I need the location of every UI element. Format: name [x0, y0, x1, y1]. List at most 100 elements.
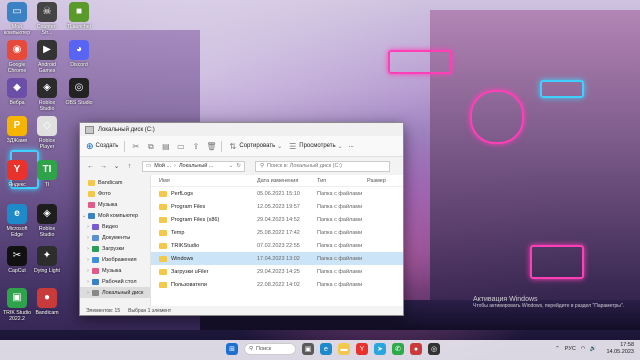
- file-row[interactable]: Загрузки uFiler 29.04.2023 14:25 Папка с ф…: [151, 265, 403, 278]
- desktop-icon[interactable]: ▶ Android Games: [32, 40, 62, 74]
- start-icon[interactable]: ⊞: [226, 343, 238, 355]
- chevron-icon[interactable]: ⌄: [80, 213, 88, 219]
- whatsapp-icon[interactable]: ✆: [392, 343, 404, 355]
- file-explorer-window[interactable]: Локальный диск (C:) ⊕ Создать ✂ ⧉ ▤ ▭ ⇪ 🗑…: [79, 122, 404, 316]
- search-input[interactable]: ⚲ Поиск в: Локальный диск (C:): [255, 160, 390, 172]
- create-button[interactable]: ⊕ Создать: [86, 141, 118, 152]
- desktop-icon[interactable]: ◉ Google Chrome: [2, 40, 32, 74]
- edge-icon[interactable]: e: [320, 343, 332, 355]
- cut-icon[interactable]: ✂: [131, 142, 140, 151]
- column-date[interactable]: Дата изменения: [257, 178, 317, 184]
- back-arrow-icon[interactable]: ←: [86, 163, 95, 170]
- chevron-icon[interactable]: ›: [80, 257, 92, 263]
- desktop-icon[interactable]: ◎ OBS Studio: [64, 78, 94, 106]
- recent-chevron-icon[interactable]: ⌄: [112, 162, 121, 170]
- app-icon: ◇: [37, 116, 57, 136]
- chevron-icon[interactable]: ›: [80, 224, 92, 230]
- desktop-icon[interactable]: ■ TLauncher: [64, 2, 94, 30]
- task-view-icon[interactable]: ▣: [302, 343, 314, 355]
- rename-icon[interactable]: ▭: [176, 142, 185, 151]
- file-row[interactable]: TRIKStudio 07.02.2023 22:55 Папка с файлам…: [151, 239, 403, 252]
- wifi-icon[interactable]: ◠: [581, 346, 586, 352]
- nav-item[interactable]: ⌄ Мой компьютер: [80, 210, 150, 221]
- file-row[interactable]: Пользователи 22.08.2022 14:02 Папка с файл…: [151, 278, 403, 291]
- copy-icon[interactable]: ⧉: [146, 142, 155, 151]
- file-row[interactable]: Temp 25.08.2022 17:42 Папка с файлами: [151, 226, 403, 239]
- nav-item[interactable]: Музыка: [80, 199, 150, 210]
- share-icon[interactable]: ⇪: [191, 142, 200, 151]
- column-type[interactable]: Тип: [317, 178, 367, 184]
- folder-icon: [159, 281, 167, 288]
- nav-item[interactable]: Bandicam: [80, 177, 150, 188]
- nav-item[interactable]: Фото: [80, 188, 150, 199]
- nav-item-label: Bandicam: [98, 179, 123, 186]
- obs-icon[interactable]: ◎: [428, 343, 440, 355]
- desktop-icon[interactable]: ◈ Roblox Studio: [32, 78, 62, 112]
- file-explorer-icon[interactable]: ▬: [338, 343, 350, 355]
- file-type: Папка с файлами: [317, 242, 363, 249]
- desktop-icon[interactable]: ◈ Roblox Studio: [32, 204, 62, 238]
- file-row[interactable]: PerfLogs 05.06.2021 15:10 Папка с файлами: [151, 187, 403, 200]
- desktop-icon[interactable]: TI TI: [32, 160, 62, 188]
- volume-icon[interactable]: 🔊: [590, 346, 597, 352]
- chevron-icon[interactable]: ›: [80, 268, 92, 274]
- telegram-icon[interactable]: ➤: [374, 343, 386, 355]
- nav-item[interactable]: › Документы: [80, 232, 150, 243]
- desktop-icon[interactable]: ● Bandicam: [32, 288, 62, 316]
- window-titlebar[interactable]: Локальный диск (C:): [80, 123, 403, 136]
- desktop-icon[interactable]: ◕ Discord: [64, 40, 94, 68]
- nav-item[interactable]: › Изображения: [80, 254, 150, 265]
- file-row[interactable]: Program Files 12.05.2023 19:57 Папка с фай…: [151, 200, 403, 213]
- video-icon: [92, 223, 99, 230]
- chevron-icon[interactable]: ›: [80, 235, 92, 241]
- nav-item[interactable]: › Рабочий стол: [80, 276, 150, 287]
- language-indicator[interactable]: РУС: [565, 346, 576, 352]
- yandex-icon[interactable]: Y: [356, 343, 368, 355]
- bandicam-icon[interactable]: ●: [410, 343, 422, 355]
- tray-chevron-icon[interactable]: ⌃: [555, 346, 560, 352]
- desktop-icon[interactable]: P ЗДЖамп: [2, 116, 32, 144]
- desktop-icon[interactable]: ✂ CapCut: [2, 246, 32, 274]
- nav-item[interactable]: › Локальный диск: [80, 287, 150, 298]
- forward-arrow-icon[interactable]: →: [99, 163, 108, 170]
- file-row[interactable]: Program Files (x86) 29.04.2023 14:52 Папка…: [151, 213, 403, 226]
- refresh-icon[interactable]: ↻: [236, 163, 241, 169]
- address-chevron-icon[interactable]: ⌄: [229, 163, 234, 169]
- taskbar-search[interactable]: ⚲ Поиск: [244, 343, 296, 355]
- chevron-icon[interactable]: ›: [80, 279, 92, 285]
- desktop-icon[interactable]: ☠ Counter-Str...: [32, 2, 62, 36]
- desktop-icon[interactable]: ◆ Вебра: [2, 78, 32, 106]
- nav-item[interactable]: › Видео: [80, 221, 150, 232]
- up-arrow-icon[interactable]: ↑: [125, 163, 134, 170]
- clock[interactable]: 17:58 14.05.2023: [606, 342, 634, 356]
- desktop-icon[interactable]: ▭ Мой компьютер: [2, 2, 32, 36]
- chevron-icon[interactable]: ›: [80, 290, 92, 296]
- more-button[interactable]: ...: [349, 143, 354, 149]
- breadcrumb-pc[interactable]: Мой ...: [154, 163, 171, 169]
- column-size[interactable]: Размер: [367, 178, 397, 184]
- delete-icon[interactable]: 🗑: [206, 142, 216, 151]
- desktop-icon[interactable]: ▣ TRIK Studio 2022.2: [2, 288, 32, 322]
- desktop-icon[interactable]: Y Яндекс: [2, 160, 32, 188]
- column-name[interactable]: Имя: [151, 178, 257, 184]
- nav-item-label: Фото: [98, 190, 111, 197]
- paste-icon[interactable]: ▤: [161, 142, 170, 151]
- desktop-icon[interactable]: ✦ Dying Light: [32, 246, 62, 274]
- nav-item[interactable]: › Загрузки: [80, 243, 150, 254]
- nav-item-label: Мой компьютер: [98, 212, 139, 219]
- sort-button[interactable]: ⇅ Сортировать ⌄: [228, 142, 283, 151]
- desktop-icon-label: ЗДЖамп: [6, 138, 28, 144]
- file-row[interactable]: Windows 17.04.2023 13:02 Папка с файлами: [151, 252, 403, 265]
- desktop-icon-label: CapCut: [8, 268, 26, 274]
- desktop-icon[interactable]: ◇ Roblox Player: [32, 116, 62, 150]
- desktop-icon[interactable]: e Microsoft Edge: [2, 204, 32, 238]
- chevron-icon[interactable]: ›: [80, 246, 92, 252]
- view-button[interactable]: ☰ Просмотреть ⌄: [288, 142, 343, 151]
- nav-item[interactable]: › Музыка: [80, 265, 150, 276]
- file-name-cell: Windows: [151, 255, 257, 262]
- address-bar[interactable]: ▭ Мой ... › Локальный ... ⌄ ↻: [142, 160, 245, 172]
- file-date: 05.06.2021 15:10: [257, 190, 300, 197]
- app-icon: ●: [37, 288, 57, 308]
- file-list: Имя Дата изменения Тип Размер PerfLogs 05…: [151, 175, 403, 306]
- breadcrumb-drive[interactable]: Локальный ...: [179, 163, 214, 169]
